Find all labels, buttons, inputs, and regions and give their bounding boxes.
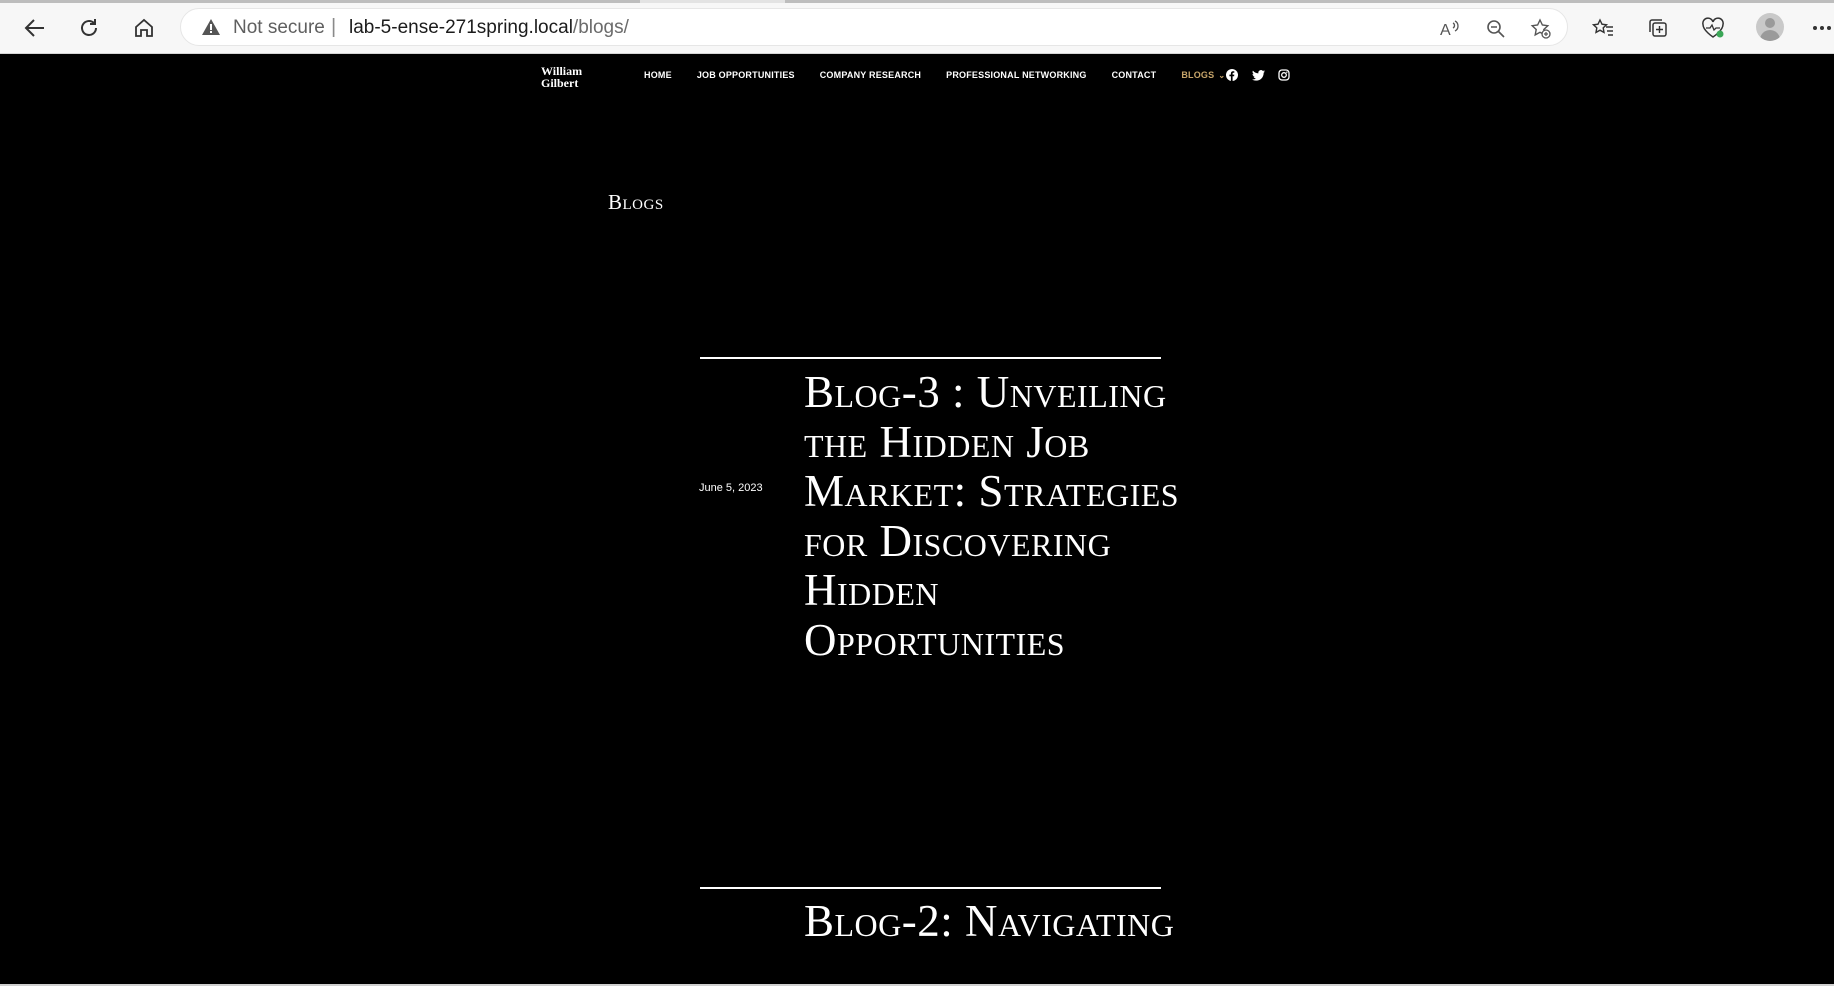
twitter-icon bbox=[1251, 69, 1265, 81]
post-title-link[interactable]: Blog-2: Navigating bbox=[804, 896, 1184, 947]
home-button[interactable] bbox=[127, 12, 161, 44]
nav-contact[interactable]: CONTACT bbox=[1112, 70, 1157, 80]
security-status[interactable]: Not secure bbox=[233, 17, 325, 39]
facebook-link[interactable] bbox=[1225, 68, 1239, 82]
zoom-out-icon bbox=[1487, 20, 1505, 38]
back-arrow-icon bbox=[24, 19, 44, 37]
svg-text:A: A bbox=[1440, 22, 1451, 38]
read-aloud-icon: A bbox=[1440, 20, 1459, 38]
star-add-icon bbox=[1530, 18, 1551, 39]
nav-blogs[interactable]: BLOGS ⌄ bbox=[1181, 70, 1225, 80]
reload-button[interactable] bbox=[72, 12, 106, 44]
url-path: /blogs/ bbox=[572, 17, 629, 38]
home-icon bbox=[135, 18, 153, 37]
collections-button[interactable] bbox=[1641, 12, 1675, 44]
read-aloud-button[interactable]: A bbox=[1438, 16, 1464, 42]
tab-strip-segment bbox=[0, 0, 640, 3]
zoom-button[interactable] bbox=[1483, 16, 1509, 42]
profile-avatar[interactable] bbox=[1756, 13, 1784, 41]
favorites-icon bbox=[1592, 18, 1613, 36]
post-divider bbox=[700, 887, 1161, 889]
logo-line: Gilbert bbox=[541, 76, 579, 90]
nav-blogs-label: BLOGS bbox=[1181, 70, 1215, 80]
address-bar[interactable]: Not secure | lab-5-ense-271spring.local/… bbox=[180, 8, 1568, 46]
warning-icon bbox=[202, 19, 220, 35]
more-dots-icon bbox=[1813, 26, 1831, 30]
nav-company-research[interactable]: COMPANY RESEARCH bbox=[820, 70, 921, 80]
browser-essentials-button[interactable] bbox=[1696, 12, 1730, 44]
post-title-link[interactable]: Blog-3 : Unveiling the Hidden Job Market… bbox=[804, 367, 1184, 666]
nav-home[interactable]: HOME bbox=[644, 70, 672, 80]
tab-strip-segment bbox=[785, 0, 1834, 3]
back-button[interactable] bbox=[18, 12, 52, 44]
site-logo[interactable]: William Gilbert bbox=[541, 65, 582, 89]
post-date: June 5, 2023 bbox=[699, 482, 763, 494]
nav-professional-networking[interactable]: PROFESSIONAL NETWORKING bbox=[946, 70, 1086, 80]
instagram-icon bbox=[1278, 69, 1290, 81]
address-separator: | bbox=[331, 16, 337, 38]
settings-more-button[interactable] bbox=[1812, 12, 1834, 44]
heart-pulse-icon bbox=[1702, 17, 1724, 38]
nav-job-opportunities[interactable]: JOB OPPORTUNITIES bbox=[697, 70, 795, 80]
reload-icon bbox=[81, 19, 97, 36]
url-host: lab-5-ense-271spring.local bbox=[349, 17, 573, 38]
url-text[interactable]: lab-5-ense-271spring.local/blogs/ bbox=[349, 17, 629, 39]
page-title: Blogs bbox=[608, 190, 664, 214]
collections-icon bbox=[1649, 19, 1667, 37]
tab-strip-edge bbox=[0, 0, 1834, 3]
favorites-button[interactable] bbox=[1586, 12, 1620, 44]
main-navigation: HOME JOB OPPORTUNITIES COMPANY RESEARCH … bbox=[644, 70, 1250, 80]
facebook-icon bbox=[1226, 69, 1238, 81]
add-favorite-button[interactable] bbox=[1528, 16, 1554, 42]
browser-toolbar: Not secure | lab-5-ense-271spring.local/… bbox=[0, 0, 1834, 54]
post-divider bbox=[700, 357, 1161, 359]
instagram-link[interactable] bbox=[1277, 68, 1291, 82]
twitter-link[interactable] bbox=[1251, 68, 1265, 82]
web-page: William Gilbert HOME JOB OPPORTUNITIES C… bbox=[0, 54, 1834, 984]
